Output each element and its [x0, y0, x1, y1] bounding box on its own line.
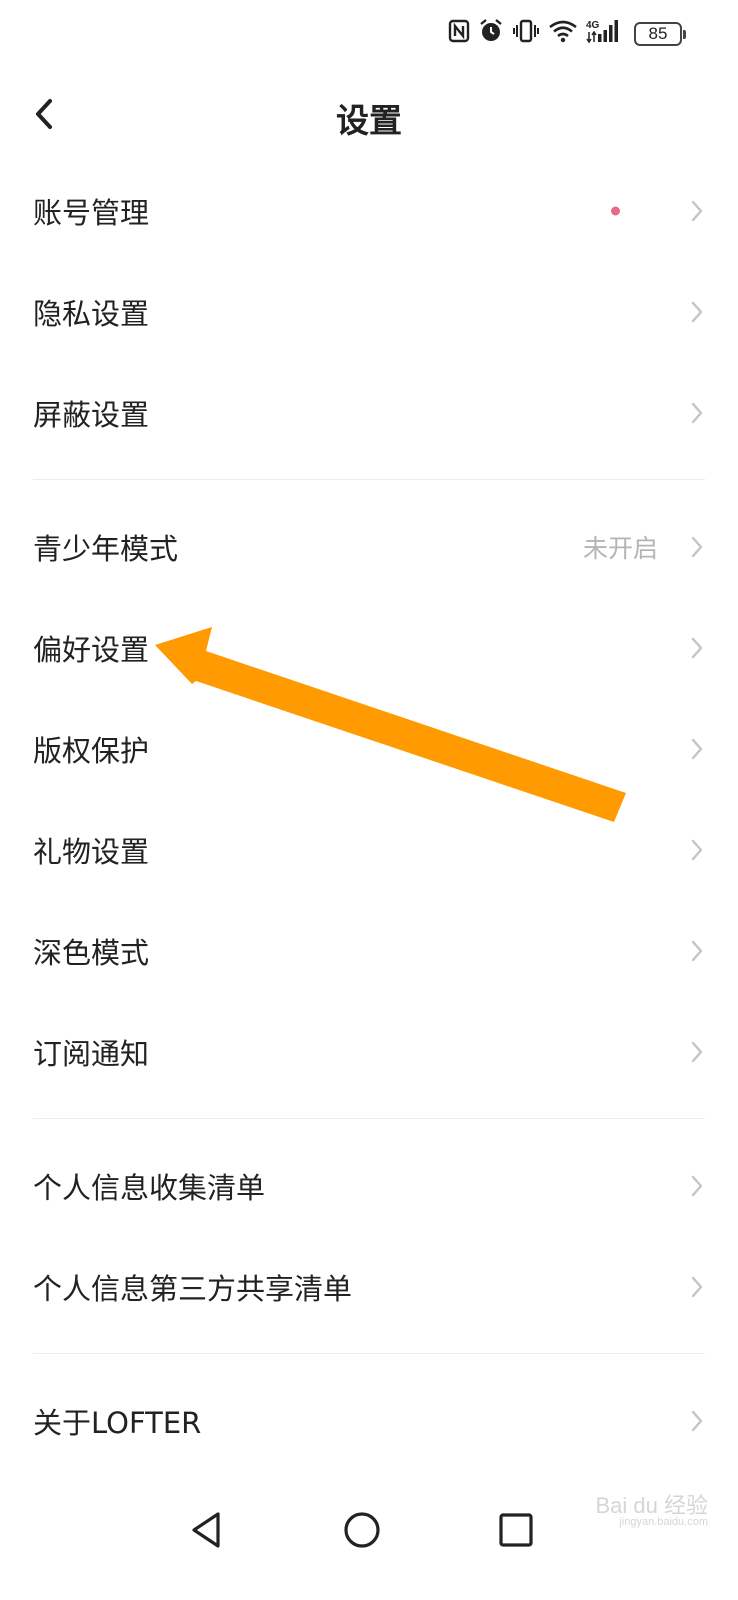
wifi-icon	[549, 20, 577, 43]
settings-item-label: 深色模式	[33, 935, 150, 970]
header: 设置	[0, 80, 738, 152]
vibrate-icon	[513, 19, 539, 43]
chevron-right-icon	[691, 839, 703, 860]
settings-item-gifts[interactable]: 礼物设置	[0, 799, 738, 900]
settings-item-label: 订阅通知	[33, 1036, 150, 1071]
battery-indicator: 85	[634, 22, 686, 46]
status-icons: 4G	[448, 18, 620, 44]
settings-item-privacy[interactable]: 隐私设置	[0, 261, 738, 362]
settings-item-block[interactable]: 屏蔽设置	[0, 362, 738, 463]
settings-item-subscription[interactable]: 订阅通知	[0, 1001, 738, 1102]
settings-item-label: 账号管理	[33, 195, 150, 230]
svg-text:4G: 4G	[586, 20, 600, 31]
nfc-icon	[448, 19, 470, 43]
settings-item-dark-mode[interactable]: 深色模式	[0, 900, 738, 1001]
watermark: Bai du 经验 jingyan.baidu.com	[596, 1494, 709, 1529]
settings-screen: 4G 85 设置 账号管理 隐私设置 屏蔽设置 青少年模式 未开启 偏好设置 版…	[0, 0, 738, 1600]
chevron-right-icon	[691, 536, 703, 557]
chevron-right-icon	[691, 1041, 703, 1062]
signal-icon: 4G	[586, 20, 618, 44]
settings-item-label: 礼物设置	[33, 834, 150, 869]
settings-item-label: 个人信息收集清单	[33, 1170, 266, 1205]
chevron-right-icon	[691, 301, 703, 322]
settings-item-teen-mode[interactable]: 青少年模式 未开启	[0, 496, 738, 597]
watermark-url: jingyan.baidu.com	[619, 1516, 708, 1529]
settings-list: 账号管理 隐私设置 屏蔽设置 青少年模式 未开启 偏好设置 版权保护 礼物设置 …	[0, 160, 738, 1471]
settings-item-about[interactable]: 关于LOFTER	[0, 1370, 738, 1471]
back-triangle-icon[interactable]	[180, 1502, 236, 1558]
chevron-right-icon	[691, 738, 703, 759]
recents-square-icon[interactable]	[488, 1502, 544, 1558]
settings-item-third-party-sharing[interactable]: 个人信息第三方共享清单	[0, 1236, 738, 1337]
chevron-right-icon	[691, 1276, 703, 1297]
alarm-icon	[480, 19, 502, 41]
settings-item-value: 未开启	[582, 533, 658, 563]
page-title: 设置	[336, 101, 402, 140]
home-circle-icon[interactable]	[334, 1502, 390, 1558]
settings-item-info-collection[interactable]: 个人信息收集清单	[0, 1135, 738, 1236]
settings-item-preferences[interactable]: 偏好设置	[0, 597, 738, 698]
notification-dot	[611, 206, 620, 215]
status-bar: 4G 85	[0, 0, 738, 70]
settings-item-label: 青少年模式	[33, 531, 179, 566]
chevron-right-icon	[691, 940, 703, 961]
watermark-text: Bai du 经验	[595, 1493, 709, 1518]
settings-item-label: 版权保护	[33, 733, 150, 768]
chevron-right-icon	[691, 637, 703, 658]
settings-item-label: 偏好设置	[33, 632, 150, 667]
divider	[33, 1118, 705, 1119]
settings-item-copyright[interactable]: 版权保护	[0, 698, 738, 799]
chevron-right-icon	[691, 402, 703, 423]
chevron-right-icon	[691, 1175, 703, 1196]
chevron-right-icon	[691, 200, 703, 221]
settings-item-label: 隐私设置	[33, 296, 150, 331]
divider	[33, 479, 705, 480]
settings-item-label: 个人信息第三方共享清单	[33, 1271, 353, 1306]
settings-item-label: 屏蔽设置	[33, 397, 150, 432]
settings-item-account[interactable]: 账号管理	[0, 160, 738, 261]
chevron-right-icon	[691, 1410, 703, 1431]
divider	[33, 1353, 705, 1354]
settings-item-label: 关于LOFTER	[33, 1405, 202, 1440]
